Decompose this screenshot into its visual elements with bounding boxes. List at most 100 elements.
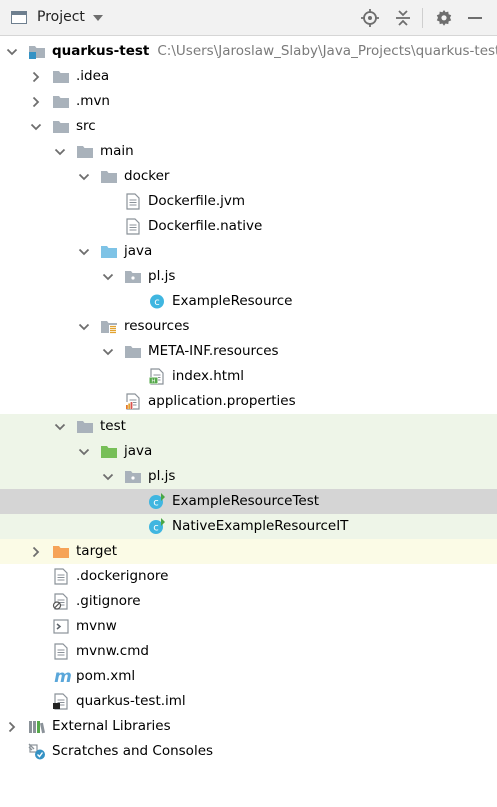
tree-item-target[interactable]: target xyxy=(0,539,497,564)
tree-item-label: quarkus-test C:\Users\Jaroslaw_Slaby\Java… xyxy=(52,43,497,60)
tree-item-label: java xyxy=(124,443,152,460)
tree-item-text: External Libraries xyxy=(52,718,171,734)
tree-item-label: META-INF.resources xyxy=(148,343,279,360)
tree-item-text: pl.js xyxy=(148,468,176,484)
tree-item-label: docker xyxy=(124,168,169,185)
tree-item-text: Dockerfile.native xyxy=(148,218,263,234)
tree-item-mvnw-cmd[interactable]: mvnw.cmd xyxy=(0,639,497,664)
minimize-icon[interactable] xyxy=(463,6,487,30)
tree-item-label: Dockerfile.jvm xyxy=(148,193,245,210)
tree-item-label: main xyxy=(100,143,134,160)
tree-item-test[interactable]: test xyxy=(0,414,497,439)
tree-item-text: mvnw xyxy=(76,618,117,634)
expand-arrow-down-icon[interactable] xyxy=(78,246,90,258)
tree-item-scratches-and-consoles[interactable]: Scratches and Consoles xyxy=(0,739,497,764)
tree-item-exampleresource[interactable]: c ExampleResource xyxy=(0,289,497,314)
tree-item-index-html[interactable]: Hindex.html xyxy=(0,364,497,389)
tree-item-text: docker xyxy=(124,168,170,184)
collapse-all-icon[interactable] xyxy=(391,6,415,30)
tree-item-text: main xyxy=(100,143,134,159)
svg-text:c: c xyxy=(153,523,159,534)
locate-icon[interactable] xyxy=(358,6,382,30)
tree-item-label: NativeExampleResourceIT xyxy=(172,518,348,535)
libraries-icon xyxy=(28,718,46,735)
tree-item-label: src xyxy=(76,118,96,135)
test-root-icon xyxy=(100,443,118,460)
tree-item-text: .gitignore xyxy=(76,593,141,609)
tree-item-label: .dockerignore xyxy=(76,568,168,585)
tree-item-java[interactable]: java xyxy=(0,239,497,264)
tree-item-pom-xml[interactable]: m pom.xml xyxy=(0,664,497,689)
tree-item-resources[interactable]: resources xyxy=(0,314,497,339)
tree-item-text: java xyxy=(124,243,153,259)
java-class-icon: c xyxy=(148,293,166,310)
tree-item-pl-js[interactable]: pl.js xyxy=(0,264,497,289)
tree-item-label: test xyxy=(100,418,126,435)
tree-item-exampleresourcetest[interactable]: c ExampleResourceTest xyxy=(0,489,497,514)
module-folder-icon xyxy=(28,43,46,60)
expand-arrow-down-icon[interactable] xyxy=(102,271,114,283)
expand-arrow-right-icon[interactable] xyxy=(30,71,42,83)
toolbar-title[interactable]: Project xyxy=(37,9,85,25)
tree-item-application-properties[interactable]: application.properties xyxy=(0,389,497,414)
tree-item-meta-inf-resources[interactable]: META-INF.resources xyxy=(0,339,497,364)
tree-item-nativeexampleresourceit[interactable]: c NativeExampleResourceIT xyxy=(0,514,497,539)
tree-item-label: Dockerfile.native xyxy=(148,218,262,235)
expand-arrow-down-icon[interactable] xyxy=(54,146,66,158)
tree-item-java[interactable]: java xyxy=(0,439,497,464)
tree-item-docker[interactable]: docker xyxy=(0,164,497,189)
properties-file-icon xyxy=(124,393,142,410)
tree-item-label: pl.js xyxy=(148,268,175,285)
resources-root-icon xyxy=(100,318,118,335)
tree-item-pl-js[interactable]: pl.js xyxy=(0,464,497,489)
tree-item-src[interactable]: src xyxy=(0,114,497,139)
tree-item-mvnw[interactable]: mvnw xyxy=(0,614,497,639)
tree-item-label: pl.js xyxy=(148,468,175,485)
tree-item-text: index.html xyxy=(172,368,244,384)
tree-item-mvn[interactable]: .mvn xyxy=(0,89,497,114)
tree-item-text: .idea xyxy=(76,68,110,84)
tree-item-dockerfile-native[interactable]: Dockerfile.native xyxy=(0,214,497,239)
tree-item-text: Dockerfile.jvm xyxy=(148,193,246,209)
svg-text:H: H xyxy=(151,379,155,385)
expand-arrow-down-icon[interactable] xyxy=(78,446,90,458)
tree-item-label: ExampleResource xyxy=(172,293,292,310)
tree-item-text: target xyxy=(76,543,118,559)
tree-item-quarkus-test-iml[interactable]: quarkus-test.iml xyxy=(0,689,497,714)
tree-item-gitignore[interactable]: .gitignore xyxy=(0,589,497,614)
tree-item-label: resources xyxy=(124,318,189,335)
folder-icon xyxy=(52,118,70,135)
gear-icon[interactable] xyxy=(432,6,456,30)
tree-item-idea[interactable]: .idea xyxy=(0,64,497,89)
expand-arrow-down-icon[interactable] xyxy=(102,471,114,483)
text-file-icon xyxy=(124,218,142,235)
expand-arrow-down-icon[interactable] xyxy=(78,321,90,333)
tree-item-dockerignore[interactable]: .dockerignore xyxy=(0,564,497,589)
tree-item-quarkus-test[interactable]: quarkus-test C:\Users\Jaroslaw_Slaby\Java… xyxy=(0,39,497,64)
expand-arrow-down-icon[interactable] xyxy=(78,171,90,183)
text-file-icon xyxy=(124,193,142,210)
expand-arrow-right-icon[interactable] xyxy=(30,96,42,108)
project-toolbar: Project xyxy=(0,0,497,36)
tree-item-external-libraries[interactable]: External Libraries xyxy=(0,714,497,739)
scratches-icon xyxy=(28,743,46,760)
text-file-icon xyxy=(52,568,70,585)
tree-item-text: test xyxy=(100,418,126,434)
tree-item-label: .mvn xyxy=(76,93,110,110)
expand-arrow-down-icon[interactable] xyxy=(54,421,66,433)
tree-item-label: index.html xyxy=(172,368,244,385)
expand-arrow-right-icon[interactable] xyxy=(6,721,18,733)
tree-item-dockerfile-jvm[interactable]: Dockerfile.jvm xyxy=(0,189,497,214)
chevron-down-icon[interactable] xyxy=(92,12,104,24)
folder-icon xyxy=(52,93,70,110)
expand-arrow-down-icon[interactable] xyxy=(30,121,42,133)
folder-icon xyxy=(76,418,94,435)
folder-icon xyxy=(124,343,142,360)
tree-item-main[interactable]: main xyxy=(0,139,497,164)
panel-icon[interactable] xyxy=(11,11,27,24)
tree-item-label: External Libraries xyxy=(52,718,171,735)
tree-item-label: ExampleResourceTest xyxy=(172,493,319,510)
expand-arrow-right-icon[interactable] xyxy=(30,546,42,558)
expand-arrow-down-icon[interactable] xyxy=(102,346,114,358)
expand-arrow-down-icon[interactable] xyxy=(6,46,18,58)
